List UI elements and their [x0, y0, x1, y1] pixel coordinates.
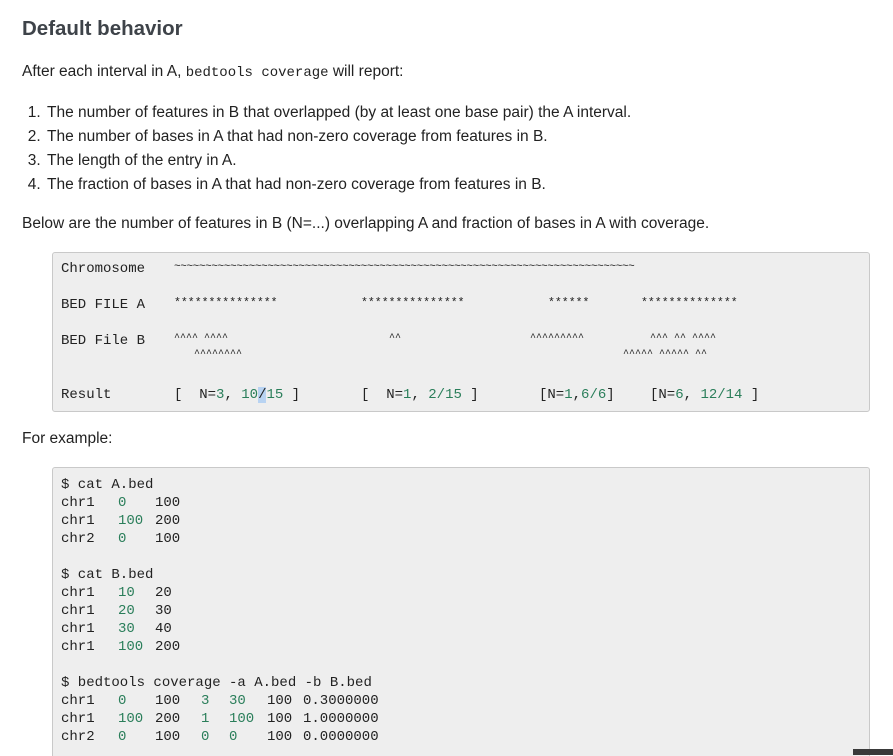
command-line: $ cat B.bed: [61, 567, 154, 583]
bed-b-segment: ^^^^^ ^^^^^ ^^: [623, 349, 708, 360]
table-cell: 0: [229, 729, 238, 745]
result-2: [ N=1, 2/15 ]: [361, 387, 479, 403]
intro-before: After each interval in A,: [22, 63, 186, 80]
table-cell: 30: [155, 603, 172, 619]
bed-b-segment: ^^^^ ^^^^: [174, 333, 229, 344]
table-cell: 100: [155, 495, 181, 511]
result-3: [N=1,6/6]: [539, 387, 615, 403]
bed-a-segment: ***************: [174, 297, 278, 310]
table-cell: 0: [118, 531, 127, 547]
table-cell: 100: [267, 693, 293, 709]
table-cell: 100: [118, 513, 144, 529]
table-cell: 3: [201, 693, 210, 709]
bed-a-segment: ******: [548, 297, 590, 310]
bed-a-segment: ***************: [361, 297, 465, 310]
example-code-block: $ cat A.bed chr1 0 100 chr1 100 200 chr2…: [52, 467, 870, 756]
bed-b-label: BED File B: [61, 333, 146, 349]
coverage-diagram-block: Chromosome ~~~~~~~~~~~~~~~~~~~~~~~~~~~~~…: [52, 252, 870, 412]
table-cell: 200: [155, 639, 181, 655]
command-line: $ cat A.bed: [61, 477, 154, 493]
table-cell: chr1: [61, 639, 95, 655]
result-1: [ N=3, 10/15 ]: [174, 387, 301, 403]
table-cell: 30: [229, 693, 246, 709]
table-cell: 200: [155, 711, 181, 727]
intro-after: will report:: [328, 63, 404, 80]
table-cell: 100: [267, 711, 293, 727]
chromosome-line: ~~~~~~~~~~~~~~~~~~~~~~~~~~~~~~~~~~~~~~~~…: [174, 261, 635, 273]
table-cell: 20: [155, 585, 172, 601]
table-cell: 0: [118, 495, 127, 511]
table-cell: chr1: [61, 585, 95, 601]
result-4: [N=6, 12/14 ]: [650, 387, 760, 403]
report-list: The number of features in B that overlap…: [20, 101, 631, 197]
table-cell: 10: [118, 585, 135, 601]
table-cell: 1.0000000: [303, 711, 379, 727]
list-item: The number of features in B that overlap…: [45, 101, 631, 125]
list-item: The fraction of bases in A that had non-…: [45, 173, 631, 197]
bed-a-segment: **************: [641, 297, 738, 310]
table-cell: 100: [155, 693, 181, 709]
table-cell: chr1: [61, 693, 95, 709]
bed-b-segment: ^^^^^^^^^: [530, 333, 585, 344]
table-cell: 100: [118, 711, 144, 727]
command-line: $ bedtools coverage -a A.bed -b B.bed: [61, 675, 372, 691]
table-cell: 0: [118, 729, 127, 745]
table-cell: 1: [201, 711, 210, 727]
bed-b-segment: ^^^^^^^^: [194, 349, 243, 360]
table-cell: chr1: [61, 621, 95, 637]
table-cell: 100: [155, 729, 181, 745]
scrollbar-thumb[interactable]: [853, 749, 893, 755]
for-example-text: For example:: [22, 430, 113, 447]
bed-b-segment: ^^^ ^^ ^^^^: [650, 333, 717, 344]
below-paragraph: Below are the number of features in B (N…: [22, 215, 710, 232]
table-cell: 0.3000000: [303, 693, 379, 709]
table-cell: 100: [229, 711, 255, 727]
section-heading: Default behavior: [22, 17, 183, 40]
list-item: The number of bases in A that had non-ze…: [45, 125, 631, 149]
table-cell: 20: [118, 603, 135, 619]
table-cell: 100: [155, 531, 181, 547]
table-cell: 40: [155, 621, 172, 637]
table-cell: chr1: [61, 711, 95, 727]
table-cell: 100: [267, 729, 293, 745]
table-cell: chr2: [61, 729, 95, 745]
table-cell: chr1: [61, 513, 95, 529]
result-label: Result: [61, 387, 112, 403]
table-cell: chr1: [61, 495, 95, 511]
table-cell: chr1: [61, 603, 95, 619]
table-cell: 0: [201, 729, 210, 745]
table-cell: 100: [118, 639, 144, 655]
table-cell: 200: [155, 513, 181, 529]
chromosome-label: Chromosome: [61, 261, 146, 277]
inline-code: bedtools coverage: [185, 65, 329, 81]
table-cell: 0.0000000: [303, 729, 379, 745]
bed-a-label: BED FILE A: [61, 297, 146, 313]
list-item: The length of the entry in A.: [45, 149, 631, 173]
intro-paragraph: After each interval in A, bedtools cover…: [22, 63, 403, 81]
table-cell: chr2: [61, 531, 95, 547]
bed-b-segment: ^^: [389, 333, 402, 344]
table-cell: 30: [118, 621, 135, 637]
table-cell: 0: [118, 693, 127, 709]
